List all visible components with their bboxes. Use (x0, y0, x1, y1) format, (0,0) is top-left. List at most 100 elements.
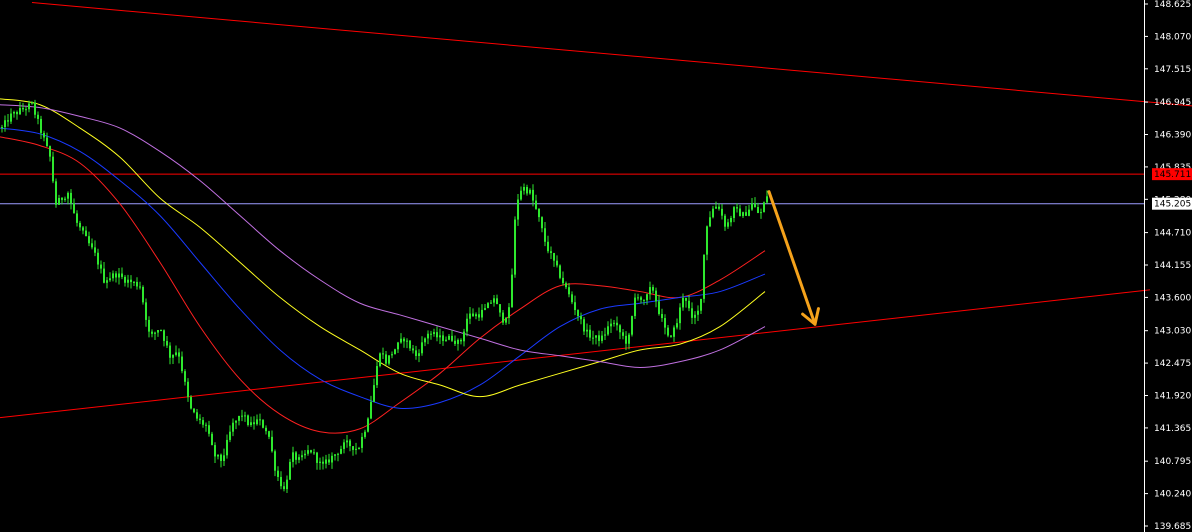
candle-body (13, 112, 15, 114)
y-tick-label: 144.155 (1154, 261, 1191, 271)
candle-body (25, 109, 27, 111)
candle-body (340, 448, 342, 454)
candle-body (760, 212, 762, 214)
candle-body (562, 277, 564, 284)
candle-body (640, 297, 642, 300)
candle-body (415, 350, 417, 356)
candle-body (622, 332, 624, 336)
candle-body (601, 335, 603, 341)
candle-body (268, 431, 270, 437)
candle-body (112, 273, 114, 279)
candle-body (610, 323, 612, 327)
candle-body (751, 203, 753, 210)
candle-body (382, 353, 384, 355)
candle-body (250, 422, 252, 426)
candle-body (448, 335, 450, 340)
candle-body (466, 318, 468, 332)
candle-body (544, 228, 546, 242)
candle-body (58, 197, 60, 205)
candle-body (607, 326, 609, 335)
candle-body (106, 280, 108, 283)
candle-body (94, 247, 96, 253)
candle-body (637, 297, 639, 299)
candle-body (238, 415, 240, 421)
candle-body (7, 120, 9, 122)
candle-body (460, 339, 462, 342)
candle-body (4, 120, 6, 127)
candle-body (439, 335, 441, 338)
candle-body (487, 303, 489, 309)
candle-body (697, 310, 699, 315)
candle-body (163, 330, 165, 341)
candle-body (766, 196, 768, 203)
candle-body (613, 322, 615, 324)
candle-body (280, 476, 282, 487)
candle-body (583, 319, 585, 332)
candle-body (409, 340, 411, 349)
candle-body (331, 455, 333, 463)
price-tag-label: 145.205 (1154, 200, 1191, 210)
y-tick-label: 148.070 (1154, 32, 1191, 42)
candle-body (289, 461, 291, 480)
candle-body (319, 461, 321, 463)
candle-body (76, 213, 78, 223)
candle-body (241, 415, 243, 417)
candle-body (328, 459, 330, 463)
candle-body (463, 331, 465, 342)
price-tags-layer: 145.711 145.205 (1152, 168, 1192, 210)
y-tick-label: 142.475 (1154, 359, 1191, 369)
candle-body (322, 461, 324, 464)
candle-body (634, 297, 636, 317)
candle-body (352, 446, 354, 450)
candle-body (190, 397, 192, 409)
candle-body (64, 198, 66, 200)
candle-body (292, 452, 294, 462)
candle-body (754, 203, 756, 208)
candle-body (364, 431, 366, 437)
candle-body (265, 427, 267, 432)
horizontal-lines-layer (0, 173, 1144, 205)
moving-average-4 (0, 104, 766, 368)
candle-body (682, 297, 684, 308)
candle-body (598, 335, 600, 341)
candle-body (88, 236, 90, 244)
candle-body (430, 333, 432, 335)
candle-body (202, 420, 204, 425)
candle-body (55, 181, 57, 205)
price-chart[interactable]: 148.625148.070147.515146.945146.390145.8… (0, 0, 1192, 532)
candle-body (256, 419, 258, 425)
candle-body (658, 301, 660, 314)
candle-body (334, 454, 336, 456)
candle-body (676, 323, 678, 328)
candle-body (259, 419, 261, 421)
candle-body (370, 401, 372, 419)
candle-body (235, 420, 237, 423)
candle-body (406, 340, 408, 342)
candle-body (565, 283, 567, 288)
candle-body (310, 450, 312, 453)
arrow-shaft (767, 190, 817, 326)
candle-body (121, 273, 123, 277)
candle-body (721, 208, 723, 216)
candles-layer (1, 99, 768, 493)
candle-body (346, 440, 348, 443)
candle-body (52, 156, 54, 182)
candle-body (478, 314, 480, 318)
candle-body (100, 264, 102, 269)
candle-body (652, 287, 654, 291)
candle-body (664, 318, 666, 328)
candle-body (499, 304, 501, 313)
candle-body (172, 354, 174, 358)
candle-body (625, 335, 627, 344)
candle-body (232, 422, 234, 432)
candle-body (349, 440, 351, 447)
candle-body (655, 290, 657, 302)
candle-body (367, 418, 369, 432)
candle-body (685, 297, 687, 301)
candle-body (307, 450, 309, 454)
candle-body (712, 208, 714, 218)
candle-body (616, 322, 618, 326)
candle-body (283, 486, 285, 490)
candle-body (199, 418, 201, 421)
candle-body (646, 294, 648, 301)
